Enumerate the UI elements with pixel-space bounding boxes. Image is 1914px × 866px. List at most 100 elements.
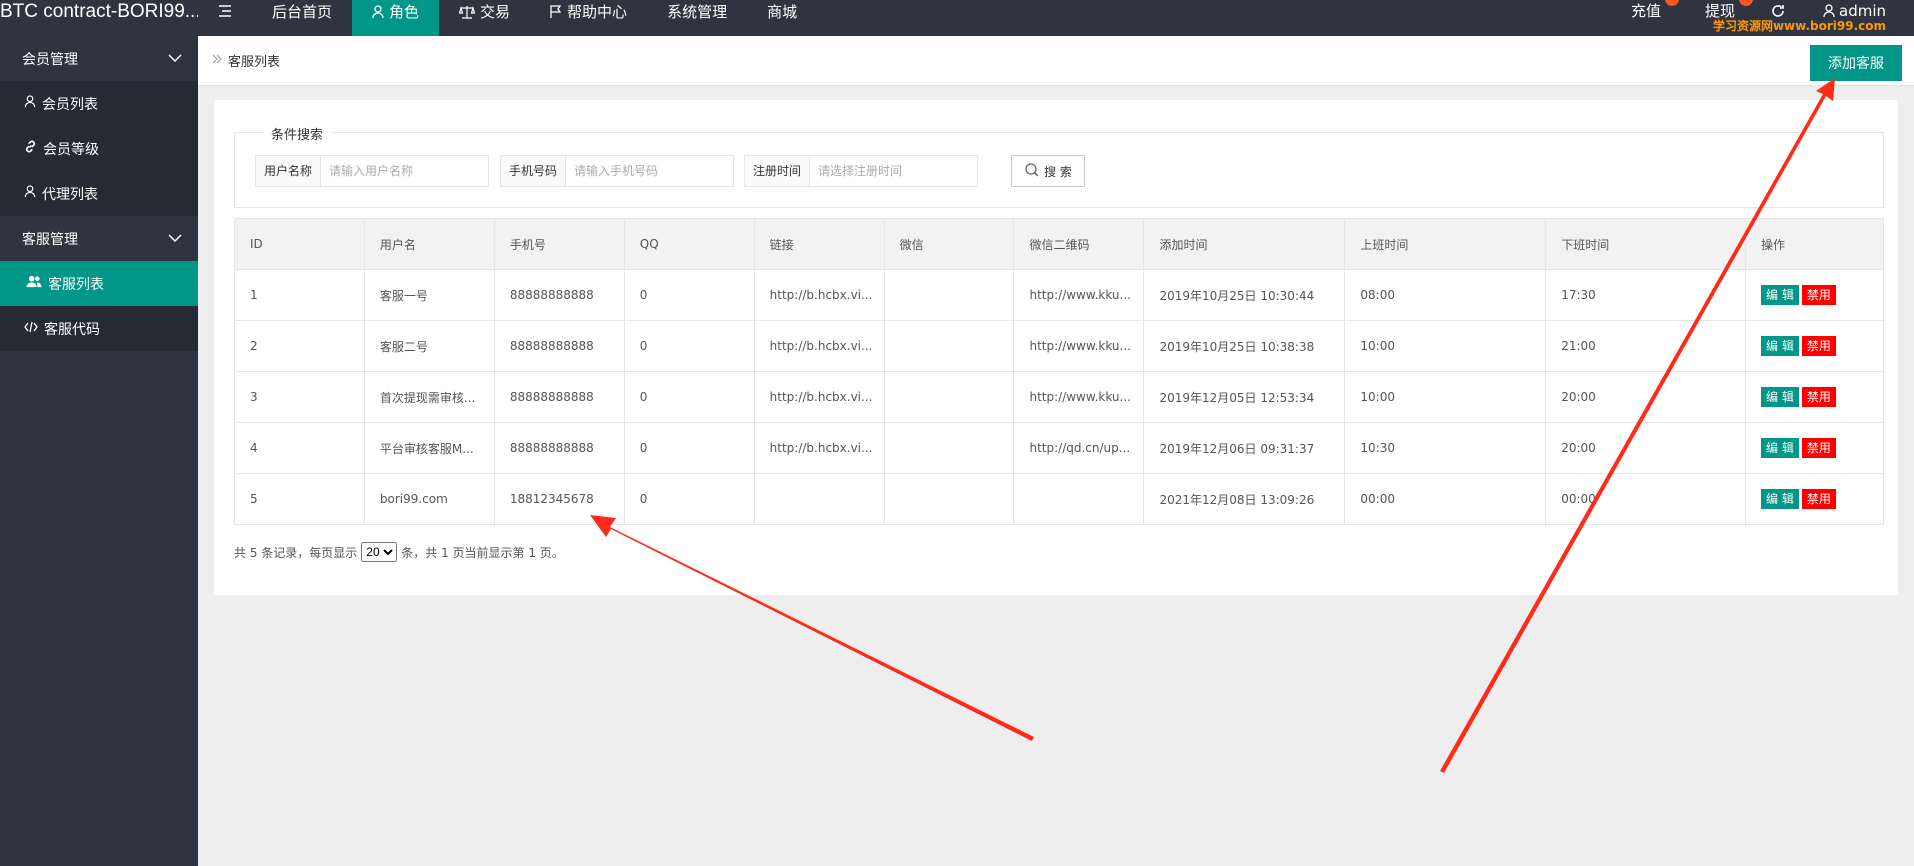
table-row: 5 bori99.com 18812345678 0 2021年12月08日 1… [234,473,1884,525]
regtime-input[interactable] [810,156,977,186]
cell-link [753,473,885,525]
sidebar-item-member-list[interactable]: 会员列表 [0,81,198,126]
cell-id: 1 [234,269,365,321]
cell-phone: 88888888888 [493,422,625,474]
cell-start-time: 08:00 [1344,269,1547,321]
regtime-label: 注册时间 [745,156,811,186]
disable-button[interactable]: 禁用 [1801,336,1836,356]
cell-added-time: 2019年12月05日 12:53:34 [1143,371,1346,423]
cell-qq: 0 [623,269,755,321]
cell-start-time: 10:00 [1344,371,1547,423]
top-bar: BTC contract-BORI99... 后台首页 角色 交易 帮助中心 系… [0,0,1914,36]
col-actions: 操作 [1745,218,1884,270]
cell-actions: 编 辑禁用 [1745,269,1884,321]
col-wechat-qr: 微信二维码 [1013,218,1145,270]
cell-wechat [883,371,1015,423]
cell-wechat [883,269,1015,321]
sidebar-item-agent-list[interactable]: 代理列表 [0,171,198,216]
menu-toggle-icon[interactable] [198,0,252,36]
sidebar-item-service-list[interactable]: 客服列表 [0,261,198,306]
cell-qq: 0 [623,473,755,525]
cell-phone: 88888888888 [493,320,625,372]
edit-button[interactable]: 编 辑 [1761,387,1799,407]
sidebar-group-service[interactable]: 客服管理 [0,216,198,261]
cell-phone: 18812345678 [493,473,625,525]
cell-link: http://b.hcbx.vi... [753,269,885,321]
col-id: ID [234,218,365,270]
disable-button[interactable]: 禁用 [1801,489,1836,509]
nav-home[interactable]: 后台首页 [252,0,352,36]
cell-qq: 0 [623,371,755,423]
nav-system[interactable]: 系统管理 [647,0,747,36]
scale-icon [458,1,476,25]
table-row: 1 客服一号 88888888888 0 http://b.hcbx.vi...… [234,269,1884,321]
cell-end-time: 21:00 [1545,320,1746,372]
search-fieldset: 条件搜索 用户名称 手机号码 注册时间 搜 索 [234,124,1884,208]
edit-button[interactable]: 编 辑 [1761,438,1799,458]
page-size-select[interactable]: 20 [361,542,398,562]
phone-field: 手机号码 [500,155,734,187]
nav-trade[interactable]: 交易 [439,0,530,36]
sidebar-group-members[interactable]: 会员管理 [0,36,198,81]
search-button[interactable]: 搜 索 [1011,155,1085,187]
add-service-button[interactable]: 添加客服 [1810,45,1902,81]
person-icon [372,1,384,25]
cell-wechat [883,320,1015,372]
cell-wechat [883,422,1015,474]
username-input[interactable] [321,156,488,186]
cell-actions: 编 辑禁用 [1745,371,1884,423]
table-row: 4 平台审核客服M... 88888888888 0 http://b.hcbx… [234,422,1884,474]
cell-wechat-qr: http://www.kku... [1013,269,1145,321]
nav-mall[interactable]: 商城 [747,0,817,36]
disable-button[interactable]: 禁用 [1801,285,1836,305]
search-icon [1024,162,1040,181]
sidebar: 会员管理 会员列表 会员等级 代理列表 客服管理 客服列表 客服代码 [0,36,198,866]
sidebar-item-service-code[interactable]: 客服代码 [0,306,198,351]
recharge-link[interactable]: 充值 [1609,0,1683,36]
chevron-down-icon [168,231,182,247]
cell-end-time: 20:00 [1545,422,1746,474]
cell-qq: 0 [623,320,755,372]
pagination: 共 5 条记录，每页显示 20 条，共 1 页当前显示第 1 页。 [234,542,564,562]
cell-wechat-qr: http://qd.cn/up... [1013,422,1145,474]
notification-badge [1739,0,1753,6]
cell-id: 3 [234,371,365,423]
cell-wechat-qr [1013,473,1145,525]
users-icon [26,275,42,292]
cell-actions: 编 辑禁用 [1745,422,1884,474]
cell-id: 5 [234,473,365,525]
disable-button[interactable]: 禁用 [1801,438,1836,458]
edit-button[interactable]: 编 辑 [1761,489,1799,509]
nav-role[interactable]: 角色 [352,0,440,36]
username-label: 用户名称 [256,156,322,186]
pager-suffix: 条，共 1 页当前显示第 1 页。 [401,545,564,560]
content-card: 条件搜索 用户名称 手机号码 注册时间 搜 索 ID 用户名 手机号 [214,100,1898,595]
code-icon [24,321,38,337]
flag-icon [550,1,562,25]
notification-badge [1664,0,1679,6]
phone-input[interactable] [566,156,733,186]
phone-label: 手机号码 [501,156,567,186]
regtime-field: 注册时间 [744,155,978,187]
service-table: ID 用户名 手机号 QQ 链接 微信 微信二维码 添加时间 上班时间 下班时间… [234,218,1884,525]
col-added-time: 添加时间 [1143,218,1346,270]
watermark-text: 学习资源网www.bori99.com [1712,19,1886,33]
breadcrumb: 客服列表 [198,51,280,70]
cell-username: 客服二号 [363,320,495,372]
edit-button[interactable]: 编 辑 [1761,336,1799,356]
cell-actions: 编 辑禁用 [1745,473,1884,525]
breadcrumb-current: 客服列表 [228,55,281,70]
table-row: 2 客服二号 88888888888 0 http://b.hcbx.vi...… [234,320,1884,372]
cell-added-time: 2021年12月08日 13:09:26 [1143,473,1346,525]
app-title: BTC contract-BORI99... [0,1,198,22]
table-header-row: ID 用户名 手机号 QQ 链接 微信 微信二维码 添加时间 上班时间 下班时间… [234,218,1884,270]
sidebar-item-member-level[interactable]: 会员等级 [0,126,198,171]
cell-end-time: 20:00 [1545,371,1746,423]
nav-help[interactable]: 帮助中心 [530,0,647,36]
edit-button[interactable]: 编 辑 [1761,285,1799,305]
top-nav: 后台首页 角色 交易 帮助中心 系统管理 商城 [198,0,817,36]
disable-button[interactable]: 禁用 [1801,387,1836,407]
cell-end-time: 00:00 [1545,473,1746,525]
link-icon [24,140,37,157]
col-qq: QQ [623,218,755,270]
